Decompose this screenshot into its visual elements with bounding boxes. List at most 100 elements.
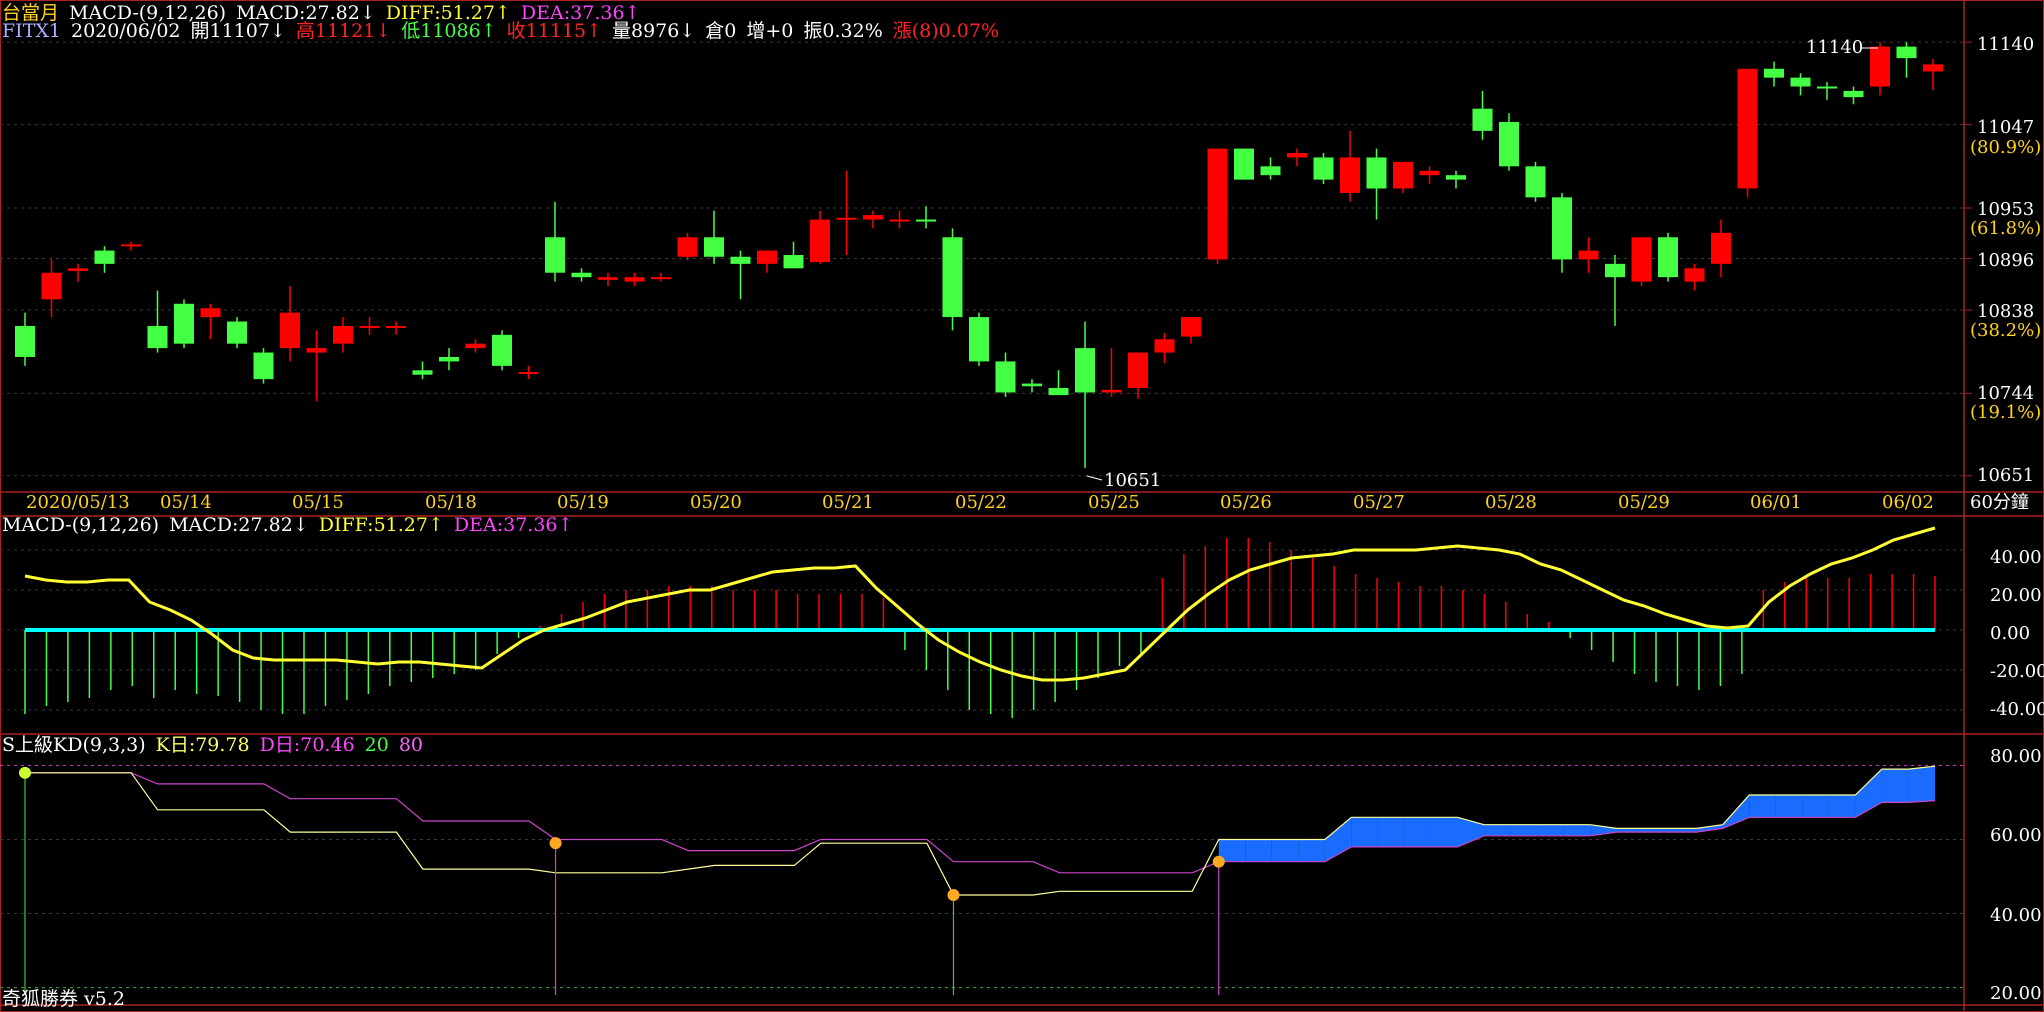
kd-fill <box>1749 795 1776 818</box>
candle-body <box>15 325 35 357</box>
candle-body <box>1711 232 1731 264</box>
macd-panel-title: MACD-(9,12,26) <box>2 514 160 536</box>
candle-body <box>995 361 1016 393</box>
candle-body <box>306 348 327 353</box>
kd-fill <box>1484 824 1511 836</box>
candle-body <box>704 237 724 257</box>
kd-title: S上級KD(9,3,3) <box>2 734 146 756</box>
candle-body <box>1658 237 1678 278</box>
kd-fill <box>1828 795 1856 818</box>
kd-fill <box>1404 817 1431 847</box>
kd-fill <box>1430 817 1458 847</box>
kd-fill <box>1775 795 1803 818</box>
candle-body <box>889 219 910 222</box>
candle-body <box>1207 148 1228 260</box>
candle-body <box>1128 352 1148 389</box>
interval-selector[interactable]: 60分鐘 <box>1970 492 2029 514</box>
kd-fill <box>1377 817 1405 847</box>
macd-panel-value: MACD:27.82↓ <box>169 514 309 536</box>
candle-body <box>1843 90 1864 98</box>
candle-body <box>1287 153 1307 158</box>
quote-date: 2020/06/02 <box>70 20 181 42</box>
date-label: 06/02 <box>1882 492 1934 513</box>
candle-body <box>836 217 857 220</box>
date-label: 05/18 <box>425 492 477 513</box>
candle-body <box>783 255 804 269</box>
candle-body <box>1366 157 1387 189</box>
candle-body <box>1234 148 1254 180</box>
close-price: 收11115↑ <box>506 20 602 42</box>
candle-body <box>227 321 247 344</box>
price-tick: 11047 <box>1977 117 2035 138</box>
open-interest: 倉0 <box>705 20 737 42</box>
date-label: 05/14 <box>160 492 212 513</box>
candle-body <box>545 237 565 273</box>
candle-body <box>386 325 406 328</box>
low-annotation: 10651 <box>1104 470 1162 491</box>
candle-body <box>1817 86 1837 89</box>
signal-marker <box>549 837 562 850</box>
price-tick: 10651 <box>1977 465 2035 486</box>
candle-body <box>1499 121 1519 167</box>
d-value: D日:70.46 <box>259 734 355 756</box>
candle-body <box>757 250 777 264</box>
candle-body <box>359 325 380 328</box>
candle-body <box>810 219 830 263</box>
candle-body <box>916 219 936 222</box>
candle-body <box>624 277 645 282</box>
date-label: 05/25 <box>1088 492 1140 513</box>
candle-body <box>1313 157 1334 180</box>
candle-body <box>677 237 698 257</box>
candle-body <box>571 272 592 278</box>
candle-body <box>1181 317 1201 337</box>
candle-body <box>465 343 486 349</box>
macd-panel-dea: DEA:37.36↑ <box>453 514 574 536</box>
candle-body <box>730 256 751 264</box>
price-tick: 10896 <box>1977 250 2035 271</box>
kd-header: S上級KD(9,3,3) K日:79.78 D日:70.46 20 80 <box>2 734 433 756</box>
kd-tick: 60.00 <box>1990 825 2042 846</box>
low-price: 低11086↑ <box>401 20 497 42</box>
candle-body <box>1684 268 1705 282</box>
kd-fill <box>1324 817 1352 862</box>
kd-fill <box>1802 795 1829 818</box>
signal-marker <box>19 766 31 779</box>
candle-body <box>651 277 671 280</box>
rise-percent: 漲(8)0.07% <box>892 20 1000 42</box>
kd-tick: 80.00 <box>1990 746 2042 767</box>
high-annotation: 11140 <box>1806 37 1864 58</box>
kd-fill <box>1457 817 1485 847</box>
kd-fill <box>1537 824 1564 836</box>
candle-body <box>1101 389 1122 393</box>
macd-panel-diff: DIFF:51.27↑ <box>318 514 444 536</box>
candle-body <box>1154 339 1175 353</box>
candle-body <box>1923 64 1943 72</box>
candle-body <box>121 244 141 247</box>
candle-body <box>1870 46 1890 87</box>
candle-body <box>1419 170 1440 176</box>
date-label: 05/27 <box>1353 492 1405 513</box>
candle-body <box>1631 237 1652 282</box>
candle-body <box>1552 197 1572 260</box>
d-line <box>25 772 1936 874</box>
volume: 量8976↓ <box>612 20 696 42</box>
candle-body <box>1075 348 1095 393</box>
kd-level-high: 80 <box>398 734 424 756</box>
kd-fill <box>1351 817 1378 847</box>
candle-body <box>1578 250 1599 260</box>
kd-fill <box>1908 766 1935 803</box>
price-tick: 10953 <box>1977 199 2035 220</box>
low-leader <box>1086 475 1103 481</box>
date-label: 2020/05/13 <box>26 492 130 513</box>
macd-tick: -20.00 <box>1990 661 2044 682</box>
k-value: K日:79.78 <box>155 734 250 756</box>
candle-body <box>94 250 115 264</box>
macd-tick: 40.00 <box>1990 547 2042 568</box>
candle-body <box>1790 77 1811 87</box>
kd-fill <box>1563 824 1591 836</box>
candle-body <box>68 268 88 271</box>
date-label: 06/01 <box>1750 492 1802 513</box>
open-price: 開11107↓ <box>190 20 286 42</box>
macd-tick: -40.00 <box>1990 699 2044 720</box>
macd-header: MACD-(9,12,26) MACD:27.82↓ DIFF:51.27↑ DEA:… <box>2 514 583 536</box>
